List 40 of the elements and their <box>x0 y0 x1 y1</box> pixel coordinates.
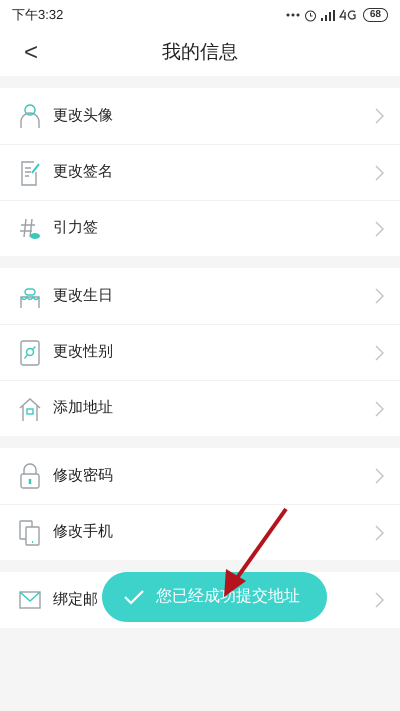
signal-icon <box>320 10 335 20</box>
back-button[interactable]: < <box>24 41 38 65</box>
menu-item-label: 修改密码 <box>53 466 113 486</box>
menu-item-label: 更改性别 <box>53 342 113 362</box>
person-icon <box>19 103 41 129</box>
chevron-right-icon <box>375 400 384 416</box>
menu-item[interactable]: 添加地址 <box>0 380 400 436</box>
menu-item-label: 更改生日 <box>53 286 113 306</box>
menu-item[interactable]: 更改签名 <box>0 144 400 200</box>
chevron-right-icon <box>375 524 384 540</box>
chevron-right-icon <box>375 164 384 180</box>
document-pen-icon <box>19 160 41 186</box>
lock-icon <box>19 463 41 489</box>
menu-item-label: 绑定邮 <box>53 590 98 610</box>
menu-item-label: 更改头像 <box>53 106 113 126</box>
menu-item[interactable]: 修改手机 <box>0 504 400 560</box>
house-icon <box>19 396 41 422</box>
chevron-right-icon <box>375 288 384 304</box>
menu-item[interactable]: 更改头像 <box>0 88 400 144</box>
check-icon <box>124 589 144 605</box>
chevron-right-icon <box>375 468 384 484</box>
page-title: 我的信息 <box>162 40 238 65</box>
battery-level: 68 <box>362 8 388 22</box>
menu-item[interactable]: 更改生日 <box>0 268 400 324</box>
more-dots-icon <box>286 13 300 17</box>
alarm-clock-icon <box>304 8 317 22</box>
menu-item-label: 修改手机 <box>53 522 113 542</box>
status-time: 下午3:32 <box>12 6 64 24</box>
menu-item-label: 添加地址 <box>53 398 113 418</box>
menu-item[interactable]: 修改密码 <box>0 448 400 504</box>
phones-icon <box>19 520 41 546</box>
chevron-right-icon <box>375 592 384 608</box>
chevron-right-icon <box>375 108 384 124</box>
menu-item[interactable]: 更改性别 <box>0 324 400 380</box>
chevron-right-icon <box>375 344 384 360</box>
chevron-right-icon <box>375 220 384 236</box>
gender-icon <box>19 340 41 366</box>
menu-item[interactable]: 引力签 <box>0 200 400 256</box>
menu-item-label: 更改签名 <box>53 162 113 182</box>
menu-item-label: 引力签 <box>53 218 98 238</box>
